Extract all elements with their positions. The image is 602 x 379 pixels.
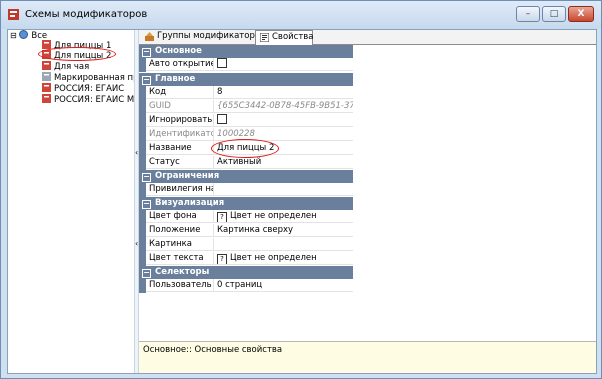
ignore-checkbox[interactable] [217,114,227,124]
tree-item-label: РОССИЯ: ЕГАИС Ма [54,95,140,105]
tree-item-label: РОССИЯ: ЕГАИС [54,84,125,94]
prop-name: Статус [146,156,214,169]
collapse-icon[interactable]: − [142,200,151,209]
scheme-icon [42,61,51,70]
title-bar: Схемы модификаторов – □ X [1,1,601,29]
prop-name: Картинка [146,238,214,251]
textcolor-text: Цвет не определен [230,253,317,263]
tree-item-label: Для пиццы 2 [54,51,112,61]
prop-row-status: Статус Активный [139,156,353,170]
app-icon [8,9,19,20]
textcolor-value[interactable]: ? Цвет не определен [214,252,353,265]
prop-row-picture: Картинка [139,238,353,252]
prop-name: Код [146,86,214,99]
category-label: Главное [155,74,196,84]
prop-row-auto-open: Авто открытие [139,58,353,72]
privilege-value[interactable] [214,183,353,196]
prop-name: Пользователь [146,279,214,292]
prop-name: Идентификатор [146,128,214,141]
prop-row-bgcolor: Цвет фона? Цвет не определен [139,210,353,224]
tree-item[interactable]: РОССИЯ: ЕГАИС [42,83,124,94]
prop-name: Цвет фона [146,210,214,223]
prop-value [214,58,353,71]
prop-name: Авто открытие [146,58,214,71]
category-selectors[interactable]: − Селекторы [139,266,353,279]
scheme-icon [42,40,51,49]
description-panel: Основное:: Основные свойства [139,341,596,373]
name-value[interactable]: Для пиццы 2 [214,142,353,155]
prop-row-position: Положение Картинка сверху [139,224,353,238]
user-value[interactable]: 0 страниц [214,279,353,292]
scheme-icon [42,50,51,59]
scheme-icon [42,83,51,92]
collapse-icon[interactable]: ⊟ [10,31,17,40]
collapse-icon[interactable]: − [142,269,151,278]
tree-item[interactable]: Для чая [42,61,89,72]
picture-value[interactable] [214,238,353,251]
prop-row-user: Пользователь 0 страниц [139,279,353,293]
minimize-button[interactable]: – [516,6,540,22]
tab-label: Свойства [272,32,314,42]
auto-open-checkbox[interactable] [217,58,227,68]
schemes-tree[interactable]: ⊟ Все Для пиццы 1 Для пиццы 2 Для чая Ма… [8,30,150,373]
prop-row-name: Название Для пиццы 2 [139,142,353,156]
prop-name: Название [146,142,214,155]
prop-value [214,114,353,127]
properties-panel: Группы модификаторов Свойства − Основное … [139,30,596,373]
category-general[interactable]: − Главное [139,73,353,86]
bgcolor-value[interactable]: ? Цвет не определен [214,210,353,223]
tree-item[interactable]: РОССИЯ: ЕГАИС Ма [42,94,139,105]
scheme-icon [42,94,51,103]
category-label: Ограничения [155,171,220,181]
prop-row-guid: GUID{655C3442-0B78-45FB-9B51-37A18E [139,100,353,114]
prop-row-ignore: Игнорировать " [139,114,353,128]
prop-row-privilege: Привилегия на [139,183,353,197]
prop-name: GUID [146,100,214,113]
question-icon: ? [217,254,227,264]
arrow-left-icon[interactable]: ‹ [135,148,138,157]
category-visualization[interactable]: − Визуализация [139,197,353,210]
tab-bar: Группы модификаторов Свойства [139,30,596,45]
collapse-icon[interactable]: − [142,173,151,182]
maximize-button[interactable]: □ [542,6,566,22]
globe-icon [19,30,29,39]
tab-modifier-groups[interactable]: Группы модификаторов [141,30,265,44]
prop-name: Привилегия на [146,183,214,196]
tree-item[interactable]: Для пиццы 2 [42,50,111,61]
tree-item-label: Для чая [54,62,90,72]
prop-row-textcolor: Цвет текста? Цвет не определен [139,252,353,266]
tab-properties[interactable]: Свойства [255,30,314,45]
identifier-value: 1000228 [214,128,353,141]
tab-label: Группы модификаторов [157,31,266,41]
category-main[interactable]: − Основное [139,45,353,58]
category-label: Селекторы [155,267,210,277]
client-area: ⊟ Все Для пиццы 1 Для пиццы 2 Для чая Ма… [7,29,597,374]
window-title: Схемы модификаторов [25,9,148,20]
category-restrictions[interactable]: − Ограничения [139,170,353,183]
main-window: Схемы модификаторов – □ X ⊟ Все Для пицц… [0,0,602,379]
status-value[interactable]: Активный [214,156,353,169]
position-value[interactable]: Картинка сверху [214,224,353,237]
prop-name: Цвет текста [146,252,214,265]
prop-row-identifier: Идентификатор 1000228 [139,128,353,142]
scheme-icon [42,72,51,81]
close-button[interactable]: X [568,6,594,22]
collapse-icon[interactable]: − [142,48,151,57]
groups-icon [145,32,154,41]
prop-name: Положение [146,224,214,237]
arrow-left-icon[interactable]: ‹ [135,239,138,248]
category-label: Основное [155,46,202,56]
code-value[interactable]: 8 [214,86,353,99]
bgcolor-text: Цвет не определен [230,211,317,221]
properties-icon [260,33,269,42]
guid-value: {655C3442-0B78-45FB-9B51-37A18E [214,100,353,113]
category-label: Визуализация [155,198,225,208]
prop-name: Игнорировать " [146,114,214,127]
question-icon: ? [217,212,227,222]
prop-row-code: Код 8 [139,86,353,100]
collapse-icon[interactable]: − [142,76,151,85]
